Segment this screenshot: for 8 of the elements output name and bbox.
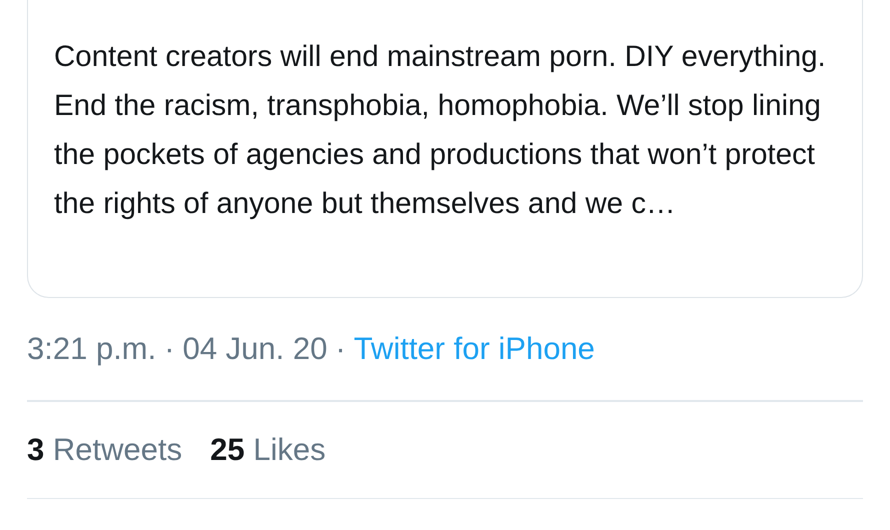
separator: ·	[164, 331, 175, 367]
separator: ·	[335, 331, 346, 367]
tweet-date: 04 Jun. 20	[182, 331, 328, 367]
tweet-time: 3:21 p.m.	[27, 331, 156, 367]
quoted-tweet-card[interactable]	[27, 0, 863, 298]
stat-count[interactable]: 3 Retweets	[27, 432, 182, 468]
stat-count[interactable]: 25 Likes	[210, 432, 326, 468]
tweet-text: Content creators will end mainstream porn. DIY everything. End the racism, transphobia, homophobia. We’ll stop lining the pockets of agencies and productions that won’t protect the rights of anyone but themselves and we c…	[54, 39, 827, 222]
